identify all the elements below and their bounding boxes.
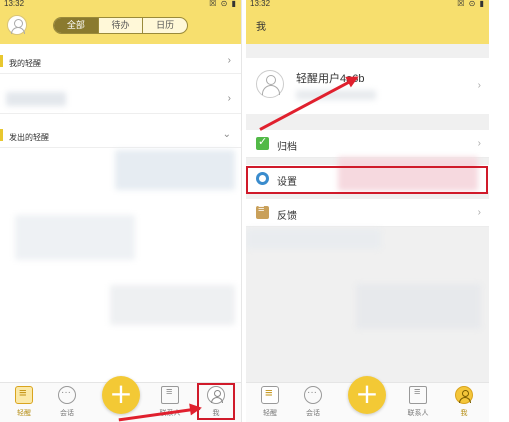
contacts-icon <box>409 386 427 404</box>
section-marker <box>0 55 3 67</box>
tab-all[interactable]: 全部 <box>54 18 98 33</box>
tab-todo[interactable]: 待办 <box>97 18 143 33</box>
status-icons: ☒ ⊙ ▮ <box>209 0 237 8</box>
my-reminders-row[interactable]: 我的轻醒 › <box>0 50 241 74</box>
tab-chat-label: 会话 <box>60 410 74 417</box>
tab-me-label: 我 <box>460 410 468 417</box>
contacts-icon <box>161 386 179 404</box>
filter-segmented-control: 全部 待办 日历 <box>53 17 188 34</box>
my-reminders-label: 我的轻醒 <box>9 59 41 68</box>
chevron-right-icon: › <box>477 207 481 218</box>
tab-remind-label: 轻醒 <box>263 410 277 417</box>
list-icon <box>15 385 33 404</box>
status-time: 13:32 <box>250 0 271 8</box>
redacted-content <box>6 92 66 106</box>
chevron-right-icon: › <box>477 80 481 91</box>
chevron-down-icon: ⌄ <box>222 129 231 140</box>
tab-remind[interactable]: 轻醒 <box>4 385 44 418</box>
status-time: 13:32 <box>4 0 25 8</box>
reminder-item[interactable]: › <box>0 86 241 114</box>
tab-calendar[interactable]: 日历 <box>142 18 187 33</box>
avatar-icon[interactable] <box>7 15 27 35</box>
redacted-content <box>110 285 235 325</box>
menu-item-archive[interactable]: 归档 › <box>246 130 489 158</box>
profile-card[interactable]: 轻醒用户4a6b › <box>246 58 489 114</box>
status-bar: 13:32 ☒ ⊙ ▮ <box>246 0 489 10</box>
section-marker <box>0 129 3 141</box>
tab-remind[interactable]: 轻醒 <box>250 385 290 418</box>
right-screen: 13:32 ☒ ⊙ ▮ 我 轻醒用户4a6b › 归档 › 设置 <box>246 0 489 422</box>
feedback-label: 反馈 <box>277 211 297 222</box>
tab-remind-label: 轻醒 <box>17 410 31 417</box>
tab-contacts-label: 联系人 <box>407 410 429 417</box>
sent-reminders-row[interactable]: 发出的轻醒 ⌄ <box>0 124 241 148</box>
redacted-content <box>356 284 481 329</box>
redacted-content <box>246 229 381 249</box>
redacted-content <box>296 90 376 100</box>
highlight-box-settings <box>246 166 488 194</box>
tab-me[interactable]: 我 <box>444 386 484 418</box>
tutorial-composite: 13:32 ☒ ⊙ ▮ 全部 待办 日历 我的轻醒 › › 发出的轻醒 ⌄ ≡ … <box>0 0 509 422</box>
menu-item-feedback[interactable]: 反馈 › <box>246 199 489 227</box>
status-icons: ☒ ⊙ ▮ <box>457 0 485 8</box>
redacted-content <box>115 150 235 190</box>
chat-icon <box>58 386 76 404</box>
tab-chat[interactable]: 会话 <box>293 386 333 418</box>
highlight-box-me-tab <box>197 383 235 420</box>
list-icon <box>261 385 279 404</box>
chat-icon <box>304 386 322 404</box>
chevron-right-icon: › <box>477 138 481 149</box>
archive-label: 归档 <box>277 142 297 153</box>
feedback-icon <box>256 203 269 219</box>
add-button[interactable]: + <box>102 376 140 414</box>
chevron-right-icon: › <box>227 55 231 66</box>
archive-icon <box>256 135 269 150</box>
settings-body: 轻醒用户4a6b › 归档 › 设置 反馈 › <box>246 44 489 382</box>
header-bar: 13:32 ☒ ⊙ ▮ 全部 待办 日历 <box>0 0 241 44</box>
sent-reminders-label: 发出的轻醒 <box>9 133 49 142</box>
tab-chat[interactable]: 会话 <box>47 386 87 418</box>
redacted-content <box>15 215 135 260</box>
header-bar: 13:32 ☒ ⊙ ▮ 我 <box>246 0 489 44</box>
status-bar: 13:32 ☒ ⊙ ▮ <box>0 0 241 10</box>
chevron-right-icon: › <box>227 93 231 104</box>
tab-contacts[interactable]: 联系人 <box>398 386 438 418</box>
avatar-icon <box>256 70 284 98</box>
tab-chat-label: 会话 <box>306 410 320 417</box>
page-title: 我 <box>256 22 266 33</box>
person-icon <box>455 386 473 404</box>
add-button[interactable]: + <box>348 376 386 414</box>
left-screen: 13:32 ☒ ⊙ ▮ 全部 待办 日历 我的轻醒 › › 发出的轻醒 ⌄ ≡ … <box>0 0 242 422</box>
